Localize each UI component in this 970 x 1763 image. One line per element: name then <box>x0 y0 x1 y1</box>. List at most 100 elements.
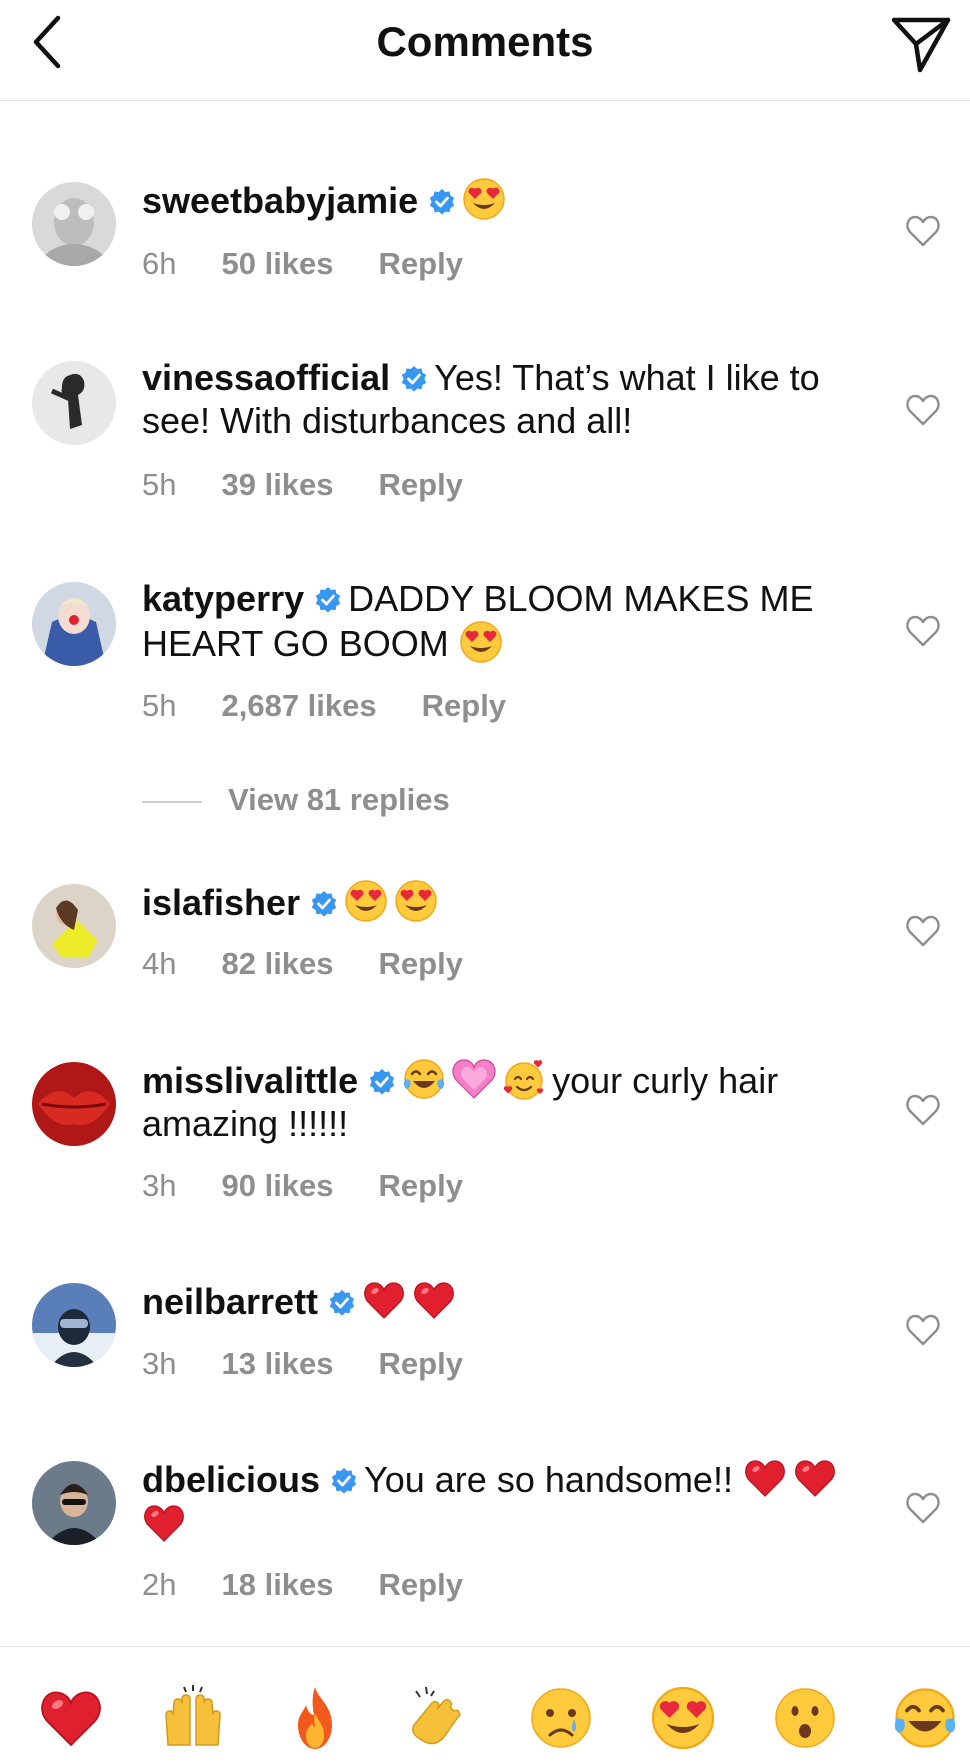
comment-meta: 3h 13 likes Reply <box>142 1346 463 1382</box>
like-button[interactable] <box>905 614 941 648</box>
like-button[interactable] <box>905 914 941 948</box>
comment-body: You are so handsome!! <box>364 1459 733 1500</box>
reply-button[interactable]: Reply <box>379 467 463 503</box>
comment-time: 5h <box>142 688 177 723</box>
comment-meta: 2h 18 likes Reply <box>142 1567 463 1603</box>
comment-meta: 5h 2,687 likes Reply <box>142 688 506 724</box>
share-button[interactable] <box>890 14 952 74</box>
avatar[interactable] <box>32 182 116 266</box>
reply-button[interactable]: Reply <box>422 688 506 724</box>
heart-outline-icon <box>905 914 941 948</box>
comment-username[interactable]: neilbarrett <box>142 1281 318 1322</box>
comment-likes[interactable]: 13 likes <box>221 1346 333 1382</box>
comment-time: 3h <box>142 1346 177 1381</box>
heart-outline-icon <box>905 1491 941 1525</box>
avatar[interactable] <box>32 1283 116 1367</box>
reply-button[interactable]: Reply <box>379 246 463 282</box>
view-replies-divider <box>142 800 202 803</box>
comment-meta: 6h 50 likes Reply <box>142 246 463 282</box>
heart-eyes-icon <box>459 620 503 664</box>
comment-text: dbelicious You are so handsome!! <box>142 1456 862 1546</box>
comment-text: vinessaofficial Yes! That’s what I like t… <box>142 356 862 442</box>
heart-outline-icon <box>905 1313 941 1347</box>
red-heart-icon <box>412 1278 456 1322</box>
like-button[interactable] <box>905 214 941 248</box>
reply-button[interactable]: Reply <box>379 1346 463 1382</box>
heart-outline-icon <box>905 214 941 248</box>
clapping-hands-icon <box>404 1685 470 1751</box>
comment-username[interactable]: misslivalittle <box>142 1060 358 1101</box>
comment-meta: 3h 90 likes Reply <box>142 1168 463 1204</box>
like-button[interactable] <box>905 393 941 427</box>
comment-text: katyperry DADDY BLOOM MAKES ME HEART GO B… <box>142 577 862 665</box>
verified-badge-icon <box>328 1289 356 1317</box>
reply-button[interactable]: Reply <box>379 1168 463 1204</box>
comment-likes[interactable]: 18 likes <box>221 1567 333 1603</box>
comment-time: 2h <box>142 1567 177 1602</box>
quick-emoji-fire[interactable] <box>282 1685 348 1751</box>
red-heart-icon <box>793 1456 837 1500</box>
quick-emoji-bar <box>0 1646 970 1763</box>
heart-outline-icon <box>905 393 941 427</box>
like-button[interactable] <box>905 1093 941 1127</box>
red-heart-icon <box>142 1501 186 1545</box>
crying-face-icon <box>528 1685 594 1751</box>
quick-emoji-crying-face[interactable] <box>528 1685 594 1751</box>
red-heart-icon <box>362 1278 406 1322</box>
verified-badge-icon <box>400 365 428 393</box>
avatar[interactable] <box>32 582 116 666</box>
growing-heart-icon <box>452 1057 496 1101</box>
quick-emoji-clapping-hands[interactable] <box>404 1685 470 1751</box>
verified-badge-icon <box>368 1068 396 1096</box>
comment-likes[interactable]: 2,687 likes <box>221 688 376 724</box>
heart-eyes-icon <box>344 879 388 923</box>
comment-username[interactable]: katyperry <box>142 578 304 619</box>
quick-emoji-raising-hands[interactable] <box>160 1685 226 1751</box>
comment-time: 3h <box>142 1168 177 1203</box>
view-replies-button[interactable]: View 81 replies <box>142 782 450 818</box>
comment-likes[interactable]: 50 likes <box>221 246 333 282</box>
heart-eyes-icon <box>394 879 438 923</box>
surprised-face-icon <box>772 1685 838 1751</box>
avatar[interactable] <box>32 1461 116 1545</box>
comment-time: 5h <box>142 467 177 502</box>
smiling-hearts-icon <box>502 1057 546 1101</box>
comment-text: islafisher <box>142 879 862 924</box>
comment-likes[interactable]: 39 likes <box>221 467 333 503</box>
comment-text: misslivalittle your curly hair amazing !!… <box>142 1057 862 1145</box>
quick-emoji-heart-eyes[interactable] <box>650 1685 716 1751</box>
comment-text: sweetbabyjamie <box>142 177 862 222</box>
comment-meta: 4h 82 likes Reply <box>142 946 463 982</box>
reply-button[interactable]: Reply <box>379 946 463 982</box>
red-heart-icon <box>38 1685 104 1751</box>
heart-outline-icon <box>905 1093 941 1127</box>
like-button[interactable] <box>905 1313 941 1347</box>
verified-badge-icon <box>330 1467 358 1495</box>
heart-outline-icon <box>905 614 941 648</box>
comment-username[interactable]: vinessaofficial <box>142 357 390 398</box>
reply-button[interactable]: Reply <box>379 1567 463 1603</box>
comment-username[interactable]: islafisher <box>142 882 300 923</box>
verified-badge-icon <box>310 890 338 918</box>
comment-likes[interactable]: 90 likes <box>221 1168 333 1204</box>
comment-likes[interactable]: 82 likes <box>221 946 333 982</box>
verified-badge-icon <box>314 586 342 614</box>
avatar[interactable] <box>32 884 116 968</box>
avatar[interactable] <box>32 1062 116 1146</box>
heart-eyes-icon <box>462 177 506 221</box>
comment-username[interactable]: sweetbabyjamie <box>142 180 418 221</box>
comment-time: 4h <box>142 946 177 981</box>
avatar[interactable] <box>32 361 116 445</box>
red-heart-icon <box>743 1456 787 1500</box>
quick-emoji-red-heart[interactable] <box>38 1685 104 1751</box>
quick-emoji-tears-of-joy[interactable] <box>892 1685 958 1751</box>
view-replies-label: View 81 replies <box>228 782 450 817</box>
quick-emoji-surprised-face[interactable] <box>772 1685 838 1751</box>
verified-badge-icon <box>428 188 456 216</box>
comment-time: 6h <box>142 246 177 281</box>
header-bar: Comments <box>0 0 970 101</box>
comment-username[interactable]: dbelicious <box>142 1459 320 1500</box>
like-button[interactable] <box>905 1491 941 1525</box>
page-title: Comments <box>376 18 594 65</box>
fire-icon <box>282 1685 348 1751</box>
